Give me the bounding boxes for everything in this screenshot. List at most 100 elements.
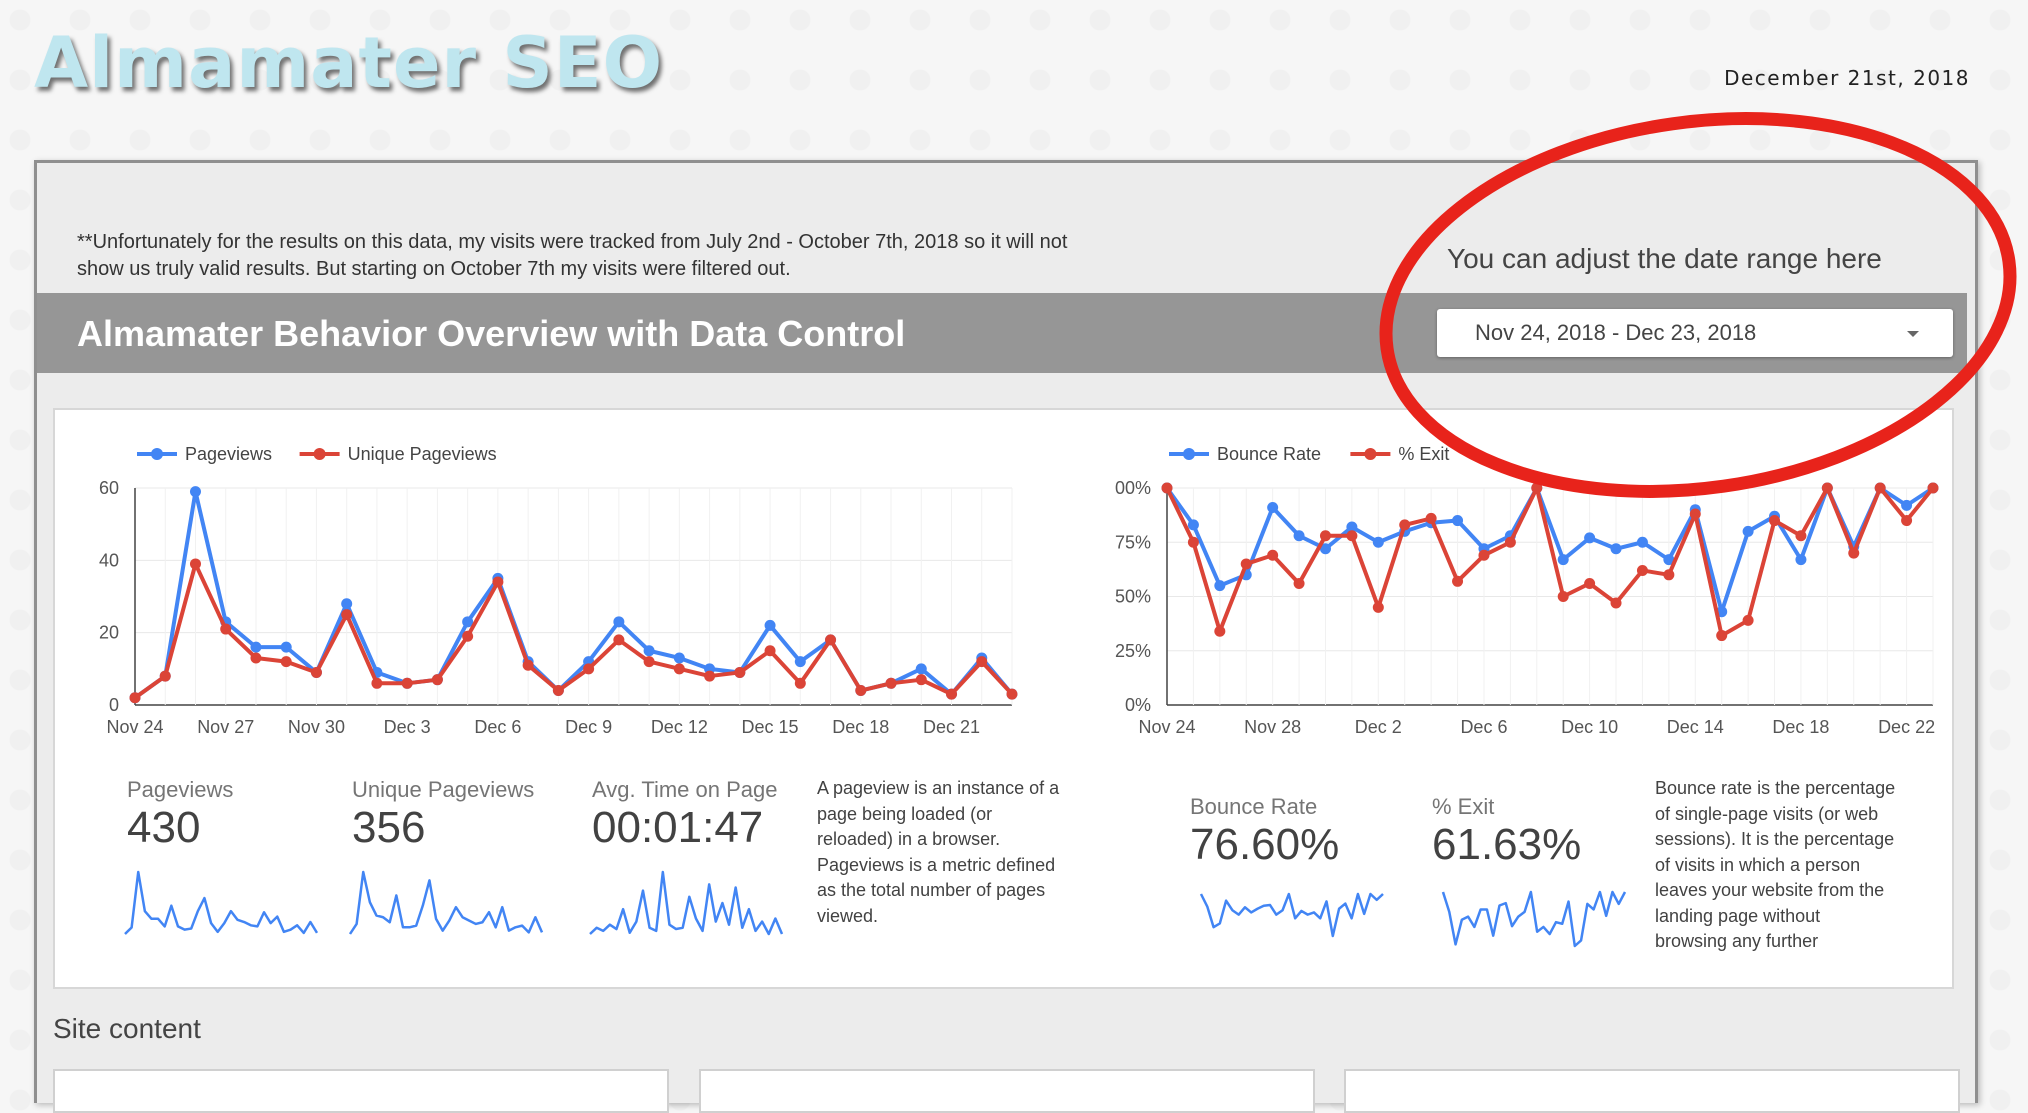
data-point[interactable]: [1636, 564, 1648, 576]
data-point[interactable]: [643, 645, 655, 657]
data-point[interactable]: [189, 558, 201, 570]
report-title-bar: Almamater Behavior Overview with Data Co…: [37, 293, 1967, 373]
data-point[interactable]: [855, 685, 867, 697]
data-point[interactable]: [280, 656, 292, 668]
data-point[interactable]: [1293, 530, 1305, 542]
data-point[interactable]: [1240, 558, 1252, 570]
sparkline-path: [1441, 890, 1627, 948]
y-tick-label: 0%: [1125, 695, 1151, 715]
data-point[interactable]: [1610, 597, 1622, 609]
data-point[interactable]: [1372, 601, 1384, 613]
data-point[interactable]: [1214, 580, 1226, 592]
data-point[interactable]: [1821, 482, 1833, 494]
date-range-control[interactable]: Nov 24, 2018 - Dec 23, 2018: [1437, 309, 1953, 357]
data-point[interactable]: [794, 656, 806, 668]
data-point[interactable]: [371, 677, 383, 689]
data-point[interactable]: [1006, 688, 1018, 700]
x-tick-label: Dec 12: [651, 717, 708, 737]
data-point[interactable]: [643, 656, 655, 668]
data-point[interactable]: [946, 688, 958, 700]
y-tick-label: 25%: [1115, 641, 1151, 661]
data-point[interactable]: [1901, 515, 1913, 527]
x-tick-label: Dec 6: [474, 717, 521, 737]
data-point[interactable]: [583, 663, 595, 675]
data-point[interactable]: [1372, 536, 1384, 548]
data-point[interactable]: [1531, 482, 1543, 494]
data-point[interactable]: [1504, 536, 1516, 548]
data-point[interactable]: [220, 623, 232, 635]
legend-label[interactable]: Unique Pageviews: [348, 444, 497, 464]
data-point[interactable]: [1346, 530, 1358, 542]
data-point[interactable]: [1742, 525, 1754, 537]
data-point[interactable]: [1214, 625, 1226, 637]
data-point[interactable]: [1267, 549, 1279, 561]
data-point[interactable]: [673, 663, 685, 675]
data-point[interactable]: [764, 645, 776, 657]
site-content-heading: Site content: [53, 1013, 201, 1044]
data-point[interactable]: [1742, 614, 1754, 626]
data-point[interactable]: [552, 685, 564, 697]
legend-label[interactable]: % Exit: [1398, 444, 1449, 464]
data-point[interactable]: [1584, 532, 1596, 544]
data-point[interactable]: [280, 641, 292, 653]
data-point[interactable]: [1557, 591, 1569, 602]
data-point[interactable]: [522, 659, 534, 671]
data-point[interactable]: [1716, 630, 1728, 642]
data-point[interactable]: [915, 663, 927, 675]
data-point[interactable]: [310, 666, 322, 678]
data-point[interactable]: [976, 656, 988, 668]
data-point[interactable]: [1452, 515, 1464, 527]
data-point[interactable]: [1689, 508, 1701, 520]
data-point[interactable]: [704, 670, 716, 682]
data-point[interactable]: [825, 634, 837, 646]
data-point[interactable]: [250, 652, 262, 664]
data-point[interactable]: [1161, 482, 1173, 494]
data-point[interactable]: [341, 609, 353, 621]
data-point[interactable]: [1267, 502, 1279, 514]
data-point[interactable]: [734, 666, 746, 678]
data-point[interactable]: [1187, 536, 1199, 548]
data-point[interactable]: [1425, 512, 1437, 524]
data-point[interactable]: [159, 670, 171, 682]
legend-label[interactable]: Bounce Rate: [1217, 444, 1321, 464]
data-point[interactable]: [189, 486, 201, 498]
data-point[interactable]: [613, 634, 625, 646]
data-point[interactable]: [431, 674, 443, 686]
data-point[interactable]: [1187, 519, 1199, 531]
data-point[interactable]: [1319, 530, 1331, 542]
bounce-description-line: Bounce rate is the percentage: [1655, 778, 1896, 798]
data-point[interactable]: [1663, 569, 1675, 581]
bounce-exit-chart: 0% 25% 50% 75% 100% Nov 24 Nov 28 Dec 2 Dec 6 Dec…: [1115, 444, 1939, 737]
data-point[interactable]: [613, 616, 625, 628]
data-point[interactable]: [1478, 549, 1490, 561]
data-point[interactable]: [1769, 515, 1781, 527]
legend-label[interactable]: Pageviews: [185, 444, 272, 464]
data-point[interactable]: [1927, 482, 1939, 494]
data-point[interactable]: [129, 692, 141, 704]
data-point[interactable]: [1584, 577, 1596, 589]
data-point[interactable]: [1636, 536, 1648, 548]
sparkline-path: [348, 870, 544, 935]
pageviews-chart: 0 20 40 60 Nov 24 Nov 27 Nov 30 Dec 3 Dec 6 Dec 9…: [99, 444, 1018, 737]
data-point[interactable]: [1452, 575, 1464, 587]
data-point[interactable]: [1557, 554, 1569, 566]
data-point[interactable]: [250, 641, 262, 653]
data-point[interactable]: [673, 652, 685, 664]
data-point[interactable]: [1399, 519, 1411, 531]
data-point[interactable]: [492, 576, 504, 588]
data-point[interactable]: [1610, 543, 1622, 555]
data-point[interactable]: [1848, 547, 1860, 559]
data-point[interactable]: [794, 677, 806, 689]
data-point[interactable]: [1795, 530, 1807, 542]
data-point[interactable]: [341, 598, 353, 610]
data-point[interactable]: [1901, 499, 1913, 511]
data-point[interactable]: [462, 630, 474, 642]
data-point[interactable]: [764, 619, 776, 631]
data-point[interactable]: [1874, 482, 1886, 494]
data-point[interactable]: [885, 677, 897, 689]
dropdown-caret-icon[interactable]: [1907, 331, 1919, 337]
data-point[interactable]: [1795, 554, 1807, 566]
data-point[interactable]: [1293, 577, 1305, 589]
data-point[interactable]: [915, 674, 927, 686]
data-point[interactable]: [401, 677, 413, 689]
